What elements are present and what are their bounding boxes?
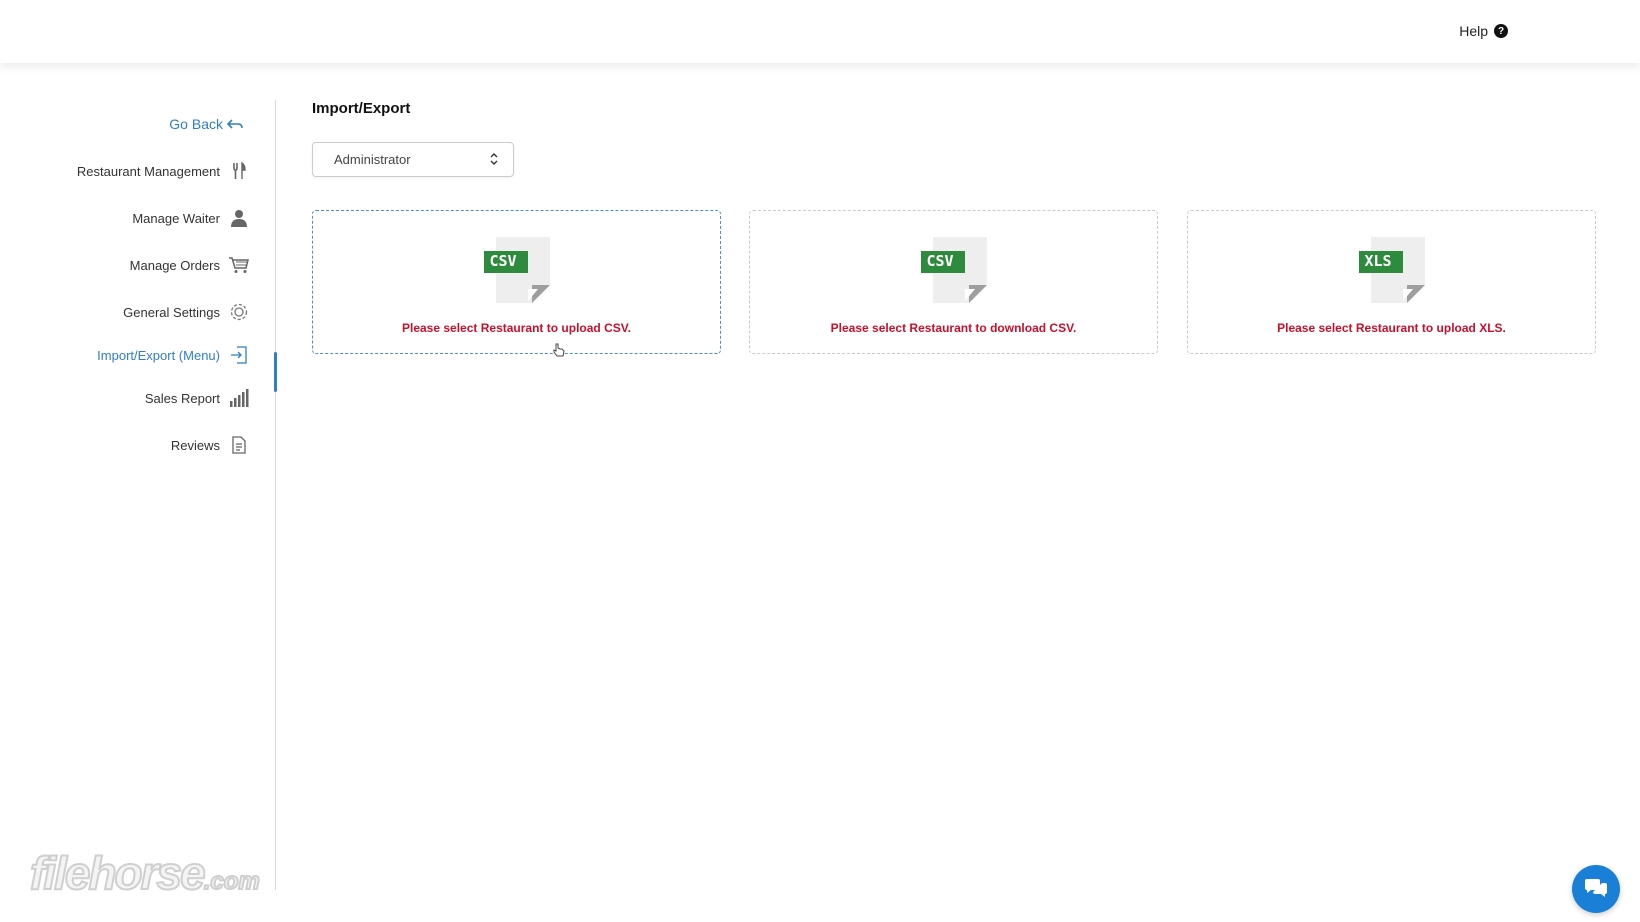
xls-file-icon — [1358, 237, 1425, 303]
sidebar-divider — [275, 100, 276, 890]
hand-cursor-icon — [553, 343, 565, 357]
csv-file-icon — [920, 237, 987, 303]
upload-csv-card[interactable]: CSV Please select Restaurant to upload C… — [312, 210, 721, 354]
card-message: Please select Restaurant to download CSV… — [830, 321, 1077, 335]
sidebar-item-label: General Settings — [123, 304, 220, 320]
help-link[interactable]: Help ? — [1459, 23, 1508, 39]
import-icon — [228, 344, 250, 366]
sidebar-item-manage-waiter[interactable]: Manage Waiter — [132, 206, 250, 230]
gear-icon — [228, 301, 250, 323]
help-label: Help — [1459, 23, 1488, 39]
sidebar-item-label: Manage Waiter — [132, 210, 220, 226]
sidebar-item-label: Manage Orders — [129, 257, 220, 273]
sidebar: Go Back Restaurant Management Manage Wai… — [0, 63, 278, 922]
sidebar-item-sales-report[interactable]: Sales Report — [145, 386, 250, 410]
go-back-label: Go Back — [169, 116, 223, 132]
file-type-badge: XLS — [1364, 252, 1392, 270]
restaurant-select[interactable]: Administrator — [312, 142, 514, 177]
cart-icon — [228, 254, 250, 276]
page-title: Import/Export — [312, 100, 411, 117]
sidebar-item-label: Restaurant Management — [76, 163, 220, 179]
return-arrow-icon — [227, 119, 243, 129]
csv-file-icon — [483, 237, 550, 303]
go-back-link[interactable]: Go Back — [169, 116, 243, 132]
sidebar-item-import-export[interactable]: Import/Export (Menu) — [97, 343, 250, 367]
download-csv-card[interactable]: CSV Please select Restaurant to download… — [749, 210, 1158, 354]
chat-button[interactable] — [1572, 865, 1620, 913]
user-icon — [228, 207, 250, 229]
sidebar-item-label: Import/Export (Menu) — [97, 347, 220, 363]
chat-bubble-icon — [1585, 879, 1607, 897]
active-nav-indicator — [274, 352, 277, 392]
sidebar-item-general-settings[interactable]: General Settings — [123, 300, 250, 324]
sidebar-item-label: Sales Report — [144, 390, 220, 406]
filehorse-watermark-logo: filehorse.com — [29, 846, 261, 900]
top-bar: Help ? — [0, 0, 1640, 63]
file-type-badge: CSV — [489, 252, 517, 270]
upload-xls-card[interactable]: XLS Please select Restaurant to upload X… — [1187, 210, 1596, 354]
sidebar-item-label: Reviews — [170, 437, 220, 453]
fork-knife-icon — [228, 160, 250, 182]
restaurant-select-value: Administrator — [334, 152, 411, 167]
main-content: Import/Export Administrator CSV Please s… — [312, 63, 1612, 863]
watermark-text: filehorse — [29, 846, 207, 900]
card-message: Please select Restaurant to upload CSV. — [402, 321, 631, 335]
document-icon — [228, 434, 250, 456]
file-type-badge: CSV — [926, 252, 954, 270]
card-message: Please select Restaurant to upload XLS. — [1277, 321, 1506, 335]
sidebar-item-reviews[interactable]: Reviews — [171, 433, 250, 457]
select-arrows-icon — [489, 150, 499, 168]
bar-chart-icon — [228, 387, 250, 409]
sidebar-item-restaurant-management[interactable]: Restaurant Management — [77, 159, 250, 183]
sidebar-item-manage-orders[interactable]: Manage Orders — [130, 253, 250, 277]
question-circle-icon: ? — [1494, 24, 1508, 38]
watermark-suffix: .com — [203, 867, 261, 896]
